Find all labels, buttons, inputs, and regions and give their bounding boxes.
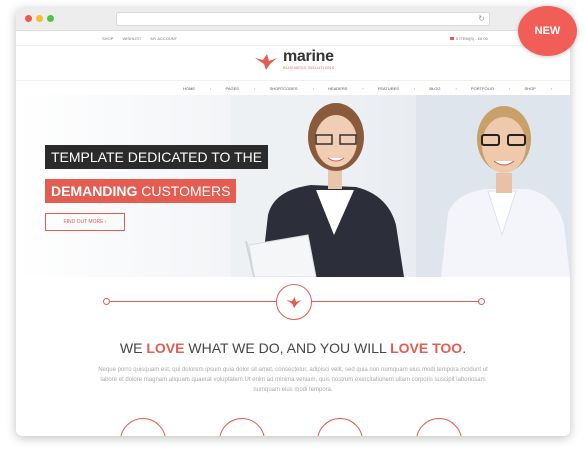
nav-item-blog[interactable]: BLOG ›	[429, 86, 456, 91]
nav-item-shop[interactable]: SHOP ›	[525, 86, 553, 91]
cart-text: 0 ITEM(S) - £0.00	[456, 36, 488, 41]
nav-item-home[interactable]: HOME ›	[183, 86, 211, 91]
top-bar: SHOP WISHLIST MY ACCOUNT 0 ITEM(S) - £0.…	[16, 31, 570, 46]
new-badge: NEW	[518, 6, 577, 56]
cart-summary[interactable]: 0 ITEM(S) - £0.00	[450, 36, 488, 41]
hero-title-line-1: TEMPLATE DEDICATED TO THE	[45, 145, 269, 169]
logo-tagline: BUSINESS SOLUTIONS	[283, 65, 335, 70]
nav-item-features[interactable]: FEATURES ›	[378, 86, 415, 91]
bird-icon	[286, 297, 302, 309]
nav-item-portfolio[interactable]: PORTFOLIO ›	[471, 86, 510, 91]
address-bar[interactable]: ↻	[116, 12, 490, 26]
feature-circle-4[interactable]	[416, 418, 462, 436]
cart-icon	[450, 37, 454, 41]
divider-circle	[276, 284, 312, 320]
minimize-window-button[interactable]	[36, 15, 43, 22]
browser-chrome: ↻	[16, 8, 570, 31]
bird-logo-icon	[255, 54, 277, 70]
find-out-more-button[interactable]: FIND OUT MORE ›	[45, 213, 125, 231]
browser-window: ↻ SHOP WISHLIST MY ACCOUNT 0 ITEM(S) - £…	[16, 8, 570, 436]
nav-item-headers[interactable]: HEADERS ›	[328, 86, 364, 91]
feature-circle-3[interactable]	[317, 418, 363, 436]
main-navigation: HOME › PAGES › SHORTCODES › HEADERS › FEATUR…	[16, 80, 570, 96]
feature-circle-2[interactable]	[219, 418, 265, 436]
feature-circle-1[interactable]	[120, 418, 166, 436]
section-heading: WE LOVE WHAT WE DO, AND YOU WILL LOVE TO…	[119, 340, 467, 356]
top-link-shop[interactable]: SHOP	[102, 36, 113, 41]
hero-slider: TEMPLATE DEDICATED TO THE DEMANDING CUST…	[16, 95, 570, 277]
section-paragraph: Neque porro quisquam est, qui dolorem ip…	[98, 367, 488, 393]
close-window-button[interactable]	[25, 15, 32, 22]
maximize-window-button[interactable]	[47, 15, 54, 22]
logo-name: marine	[283, 48, 334, 65]
divider-right-dot	[478, 298, 485, 305]
divider-left-dot	[103, 298, 110, 305]
top-link-wishlist[interactable]: WISHLIST	[122, 36, 141, 41]
hero-title-line-2: DEMANDING CUSTOMERS	[45, 179, 237, 203]
top-link-my-account[interactable]: MY ACCOUNT	[150, 36, 177, 41]
reload-icon[interactable]: ↻	[478, 13, 485, 25]
nav-item-shortcodes[interactable]: SHORTCODES ›	[269, 86, 314, 91]
nav-item-pages[interactable]: PAGES ›	[225, 86, 255, 91]
